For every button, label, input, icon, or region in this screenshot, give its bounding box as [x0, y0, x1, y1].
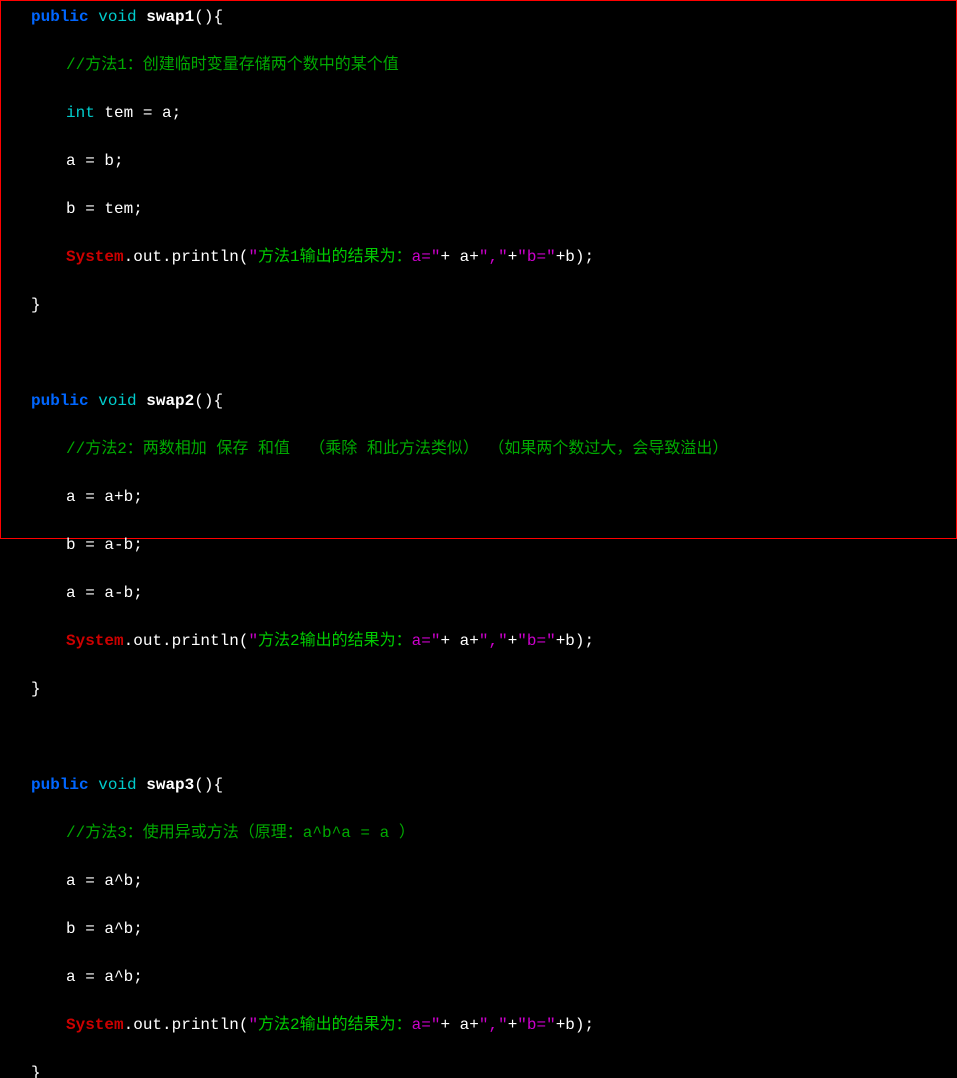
quote-close: " [431, 1016, 441, 1034]
keyword-public: public [31, 392, 89, 410]
comma-str: "," [479, 632, 508, 650]
string-a: a= [412, 248, 431, 266]
class-system: System [66, 248, 124, 266]
code-block: public void swap1(){ //方法1：创建临时变量存储两个数中的… [1, 1, 956, 1078]
plus2: + [508, 248, 518, 266]
swap2-line1: a = a+b; [1, 485, 956, 509]
swap2-println: System.out.println("方法2输出的结果为：a="+ a+","… [1, 629, 956, 653]
swap2-comment: //方法2：两数相加 保存 和值 （乘除 和此方法类似） （如果两个数过大，会导… [1, 437, 956, 461]
swap3-signature: public void swap3(){ [1, 773, 956, 797]
string-b: "b=" [517, 1016, 555, 1034]
keyword-void: void [98, 392, 136, 410]
keyword-void: void [98, 776, 136, 794]
keyword-int: int [66, 104, 95, 122]
string-b: "b=" [517, 248, 555, 266]
plus2: + [508, 632, 518, 650]
swap2-line2: b = a-b; [1, 533, 956, 557]
swap3-comment: //方法3：使用异或方法（原理：a^b^a = a ） [1, 821, 956, 845]
swap2-signature: public void swap2(){ [1, 389, 956, 413]
out-println: .out.println( [124, 632, 249, 650]
swap1-line1: int tem = a; [1, 101, 956, 125]
string-b: "b=" [517, 632, 555, 650]
string-zh: 方法2输出的结果为： [258, 632, 412, 650]
swap1-close: } [1, 293, 956, 317]
plus1: + a+ [440, 632, 478, 650]
string-zh: 方法1输出的结果为： [258, 248, 412, 266]
quote-open: " [248, 248, 258, 266]
blank-line [1, 341, 956, 365]
method-name: swap3 [146, 776, 194, 794]
swap1-signature: public void swap1(){ [1, 5, 956, 29]
quote-open: " [248, 1016, 258, 1034]
class-system: System [66, 1016, 124, 1034]
out-println: .out.println( [124, 248, 249, 266]
string-a: a= [412, 1016, 431, 1034]
swap1-comment: //方法1：创建临时变量存储两个数中的某个值 [1, 53, 956, 77]
plus3: +b); [556, 632, 594, 650]
blank-line [1, 725, 956, 749]
swap2-close: } [1, 677, 956, 701]
out-println: .out.println( [124, 1016, 249, 1034]
swap3-line3: a = a^b; [1, 965, 956, 989]
string-zh: 方法2输出的结果为： [258, 1016, 412, 1034]
method-name: swap2 [146, 392, 194, 410]
swap3-println: System.out.println("方法2输出的结果为：a="+ a+","… [1, 1013, 956, 1037]
swap1-line2: a = b; [1, 149, 956, 173]
paren-brace: (){ [194, 392, 223, 410]
keyword-void: void [98, 8, 136, 26]
swap3-close: } [1, 1061, 956, 1078]
quote-open: " [248, 632, 258, 650]
plus2: + [508, 1016, 518, 1034]
plus3: +b); [556, 1016, 594, 1034]
comma-str: "," [479, 248, 508, 266]
method-name: swap1 [146, 8, 194, 26]
keyword-public: public [31, 8, 89, 26]
comma-str: "," [479, 1016, 508, 1034]
paren-brace: (){ [194, 776, 223, 794]
plus3: +b); [556, 248, 594, 266]
code-text: tem = a; [95, 104, 181, 122]
quote-close: " [431, 632, 441, 650]
plus1: + a+ [440, 1016, 478, 1034]
swap3-line1: a = a^b; [1, 869, 956, 893]
swap3-line2: b = a^b; [1, 917, 956, 941]
swap1-println: System.out.println("方法1输出的结果为：a="+ a+","… [1, 245, 956, 269]
string-a: a= [412, 632, 431, 650]
plus1: + a+ [440, 248, 478, 266]
swap2-line3: a = a-b; [1, 581, 956, 605]
paren-brace: (){ [194, 8, 223, 26]
keyword-public: public [31, 776, 89, 794]
class-system: System [66, 632, 124, 650]
swap1-line3: b = tem; [1, 197, 956, 221]
